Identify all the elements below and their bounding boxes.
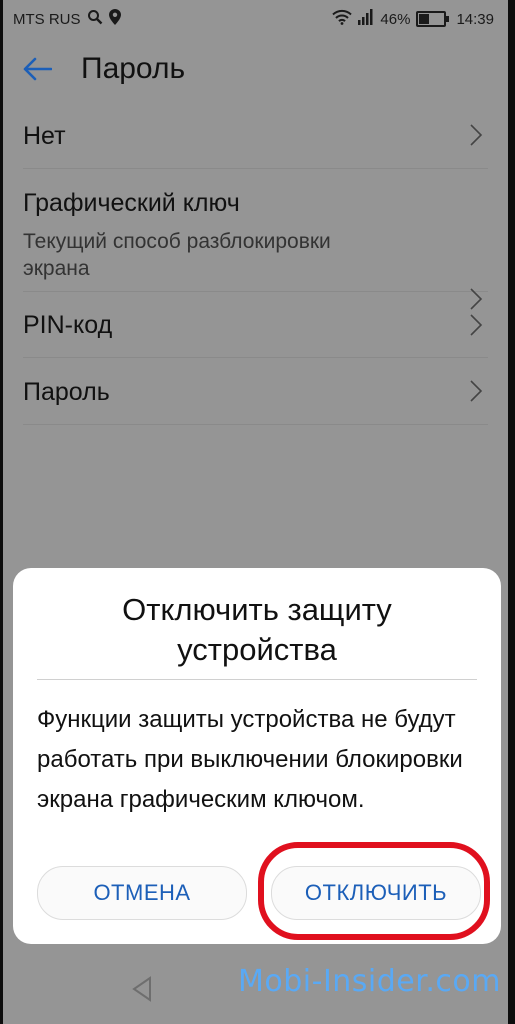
dialog-message: Функции защиты устройства не будут работ… bbox=[37, 706, 463, 813]
status-left: MTS RUS bbox=[13, 9, 121, 29]
list-item-pattern[interactable]: Графический ключ Текущий способ разблоки… bbox=[23, 169, 488, 310]
list-item-subtitle: Текущий способ разблокировки экрана bbox=[23, 230, 331, 280]
back-button[interactable] bbox=[17, 50, 57, 88]
search-icon bbox=[87, 9, 103, 29]
arrow-left-icon bbox=[23, 57, 52, 81]
watermark-text: Mobi-Insider.com bbox=[238, 964, 501, 999]
nav-back-button[interactable] bbox=[131, 976, 153, 1007]
status-right: 46% 14:39 bbox=[332, 9, 494, 29]
chevron-right-icon bbox=[470, 314, 483, 336]
list-item-pin[interactable]: PIN-код bbox=[23, 292, 488, 358]
battery-percent: 46% bbox=[380, 10, 411, 28]
cancel-button[interactable]: ОТМЕНА bbox=[37, 866, 247, 920]
wifi-icon bbox=[332, 9, 353, 29]
location-icon bbox=[108, 9, 121, 29]
triangle-back-icon bbox=[132, 976, 151, 1002]
dialog-divider bbox=[37, 679, 477, 680]
page-title: Пароль bbox=[81, 52, 186, 85]
chevron-right-icon bbox=[470, 124, 483, 146]
signal-icon bbox=[358, 9, 374, 29]
unlock-method-list: Нет Графический ключ Текущий способ разб… bbox=[3, 102, 508, 425]
list-item-password[interactable]: Пароль bbox=[23, 358, 488, 425]
list-item-title: Графический ключ bbox=[23, 189, 240, 217]
dialog-title: Отключить защиту устройства bbox=[122, 592, 392, 667]
chevron-right-icon bbox=[470, 380, 483, 402]
clock: 14:39 bbox=[456, 10, 494, 28]
highlight-circle bbox=[258, 842, 490, 940]
status-bar: MTS RUS 46% 14:39 bbox=[3, 0, 508, 36]
list-item-title: Пароль bbox=[23, 378, 110, 406]
app-bar: Пароль bbox=[3, 36, 508, 102]
carrier-name: MTS RUS bbox=[13, 10, 81, 28]
list-item-title: Нет bbox=[23, 122, 66, 150]
battery-icon bbox=[416, 11, 450, 27]
list-item-title: PIN-код bbox=[23, 311, 113, 339]
list-item-none[interactable]: Нет bbox=[23, 102, 488, 169]
